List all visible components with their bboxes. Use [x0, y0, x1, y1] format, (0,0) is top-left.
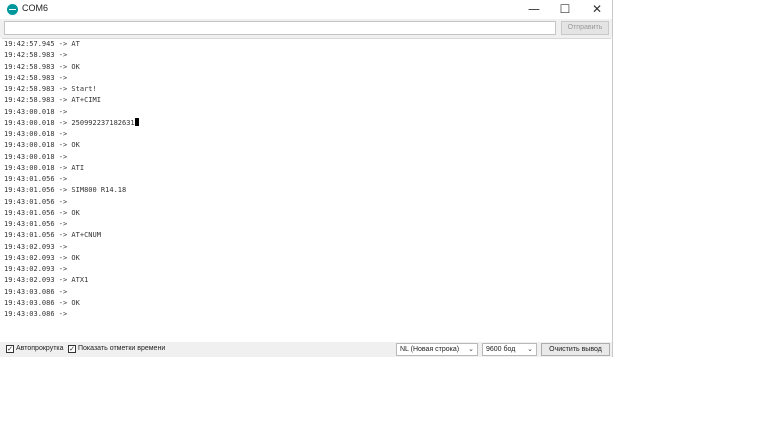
- chevron-down-icon: ⌄: [527, 346, 533, 353]
- output-line: 19:43:02.093 ->: [4, 242, 68, 251]
- output-line: 19:43:01.056 ->: [4, 197, 68, 206]
- line-ending-select[interactable]: NL (Новая строка) ⌄: [396, 343, 478, 356]
- output-lines: 19:42:57.945 -> AT 19:42:58.983 -> 19:42:5…: [4, 39, 139, 320]
- send-toolbar: Отправить: [0, 19, 612, 38]
- output-line: 19:43:01.056 ->: [4, 175, 68, 183]
- output-line: 19:43:03.086 ->: [4, 310, 68, 318]
- baud-rate-select[interactable]: 9600 бод ⌄: [482, 343, 537, 356]
- status-bar: ✓ Автопрокрутка ✓ Показать отметки време…: [0, 342, 612, 357]
- output-line: 19:43:03.086 -> OK: [4, 298, 80, 307]
- output-line: 19:43:00.018 ->: [4, 152, 68, 161]
- timestamps-checkbox[interactable]: ✓: [68, 345, 76, 353]
- text-cursor: [134, 117, 139, 126]
- output-line: 19:42:58.983 ->: [4, 73, 68, 82]
- output-line: 19:42:58.983 -> Start!: [4, 85, 97, 93]
- output-line: 19:43:01.056 -> AT+CNUM: [4, 231, 101, 240]
- line-ending-value: NL (Новая строка): [400, 346, 460, 353]
- output-line: 19:43:00.018 ->: [4, 107, 68, 116]
- output-line: 19:43:01.056 ->: [4, 220, 68, 228]
- output-line: 19:43:02.093 -> ATX1: [4, 276, 89, 285]
- maximize-button[interactable]: ☐: [550, 0, 580, 19]
- minimize-button[interactable]: —: [519, 0, 549, 19]
- close-button[interactable]: ✕: [582, 0, 612, 19]
- output-line: 19:42:58.983 ->: [4, 51, 68, 60]
- arduino-icon: [7, 4, 18, 15]
- output-line: 19:42:58.983 -> AT+CIMI: [4, 96, 101, 105]
- serial-output-area[interactable]: 19:42:57.945 -> AT 19:42:58.983 -> 19:42:5…: [2, 38, 611, 343]
- chevron-down-icon: ⌄: [468, 346, 474, 353]
- output-line: 19:43:00.018 ->: [4, 130, 68, 138]
- autoscroll-checkbox[interactable]: ✓: [6, 345, 14, 353]
- output-line: 19:42:58.983 -> OK: [4, 62, 80, 71]
- output-line: 19:43:00.018 -> ATI: [4, 163, 85, 172]
- timestamps-label: Показать отметки времени: [78, 345, 166, 352]
- output-line: 19:43:01.056 -> OK: [4, 208, 80, 217]
- output-line: 19:43:02.093 -> OK: [4, 253, 80, 262]
- title-bar: COM6 — ☐ ✕: [0, 0, 612, 19]
- clear-output-button[interactable]: Очистить вывод: [541, 343, 610, 356]
- send-button[interactable]: Отправить: [561, 21, 609, 35]
- output-line: 19:43:02.093 ->: [4, 265, 68, 273]
- output-line: 19:43:00.018 -> OK: [4, 141, 80, 150]
- output-line: 19:42:57.945 -> AT: [4, 40, 80, 48]
- autoscroll-label: Автопрокрутка: [16, 345, 64, 352]
- output-line: 19:43:03.086 ->: [4, 287, 68, 296]
- output-line: 19:43:00.018 -> 250992237182631: [4, 117, 139, 129]
- serial-monitor-window: COM6 — ☐ ✕ Отправить 19:42:57.945 -> AT 1…: [0, 0, 613, 357]
- output-line: 19:43:01.056 -> SIM800 R14.18: [4, 186, 127, 195]
- window-title: COM6: [22, 3, 49, 13]
- send-input[interactable]: [4, 21, 556, 35]
- baud-rate-value: 9600 бод: [486, 346, 516, 353]
